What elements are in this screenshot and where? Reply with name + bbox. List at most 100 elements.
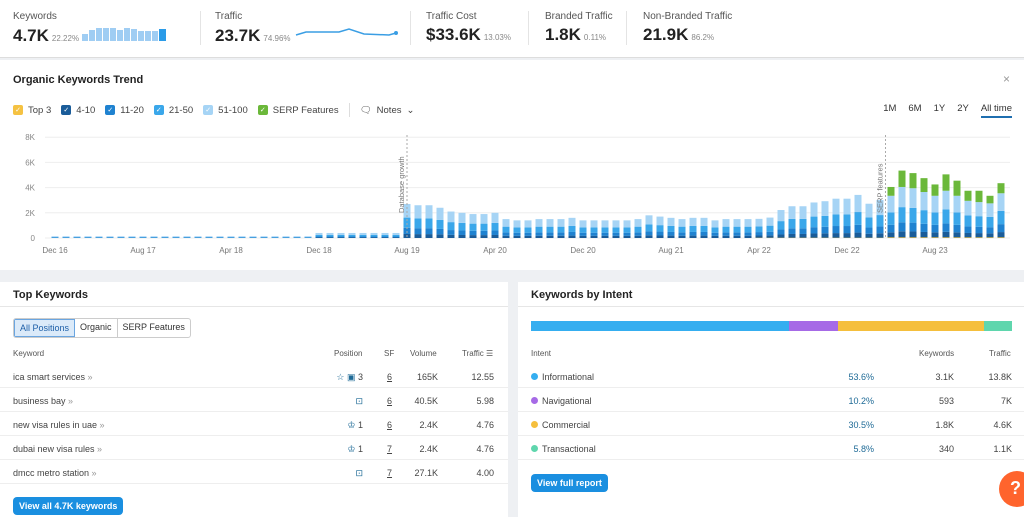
bar-segment-11-20[interactable] bbox=[788, 228, 796, 234]
bar-segment-51-100[interactable] bbox=[623, 220, 631, 228]
bar-segment-51-100[interactable] bbox=[359, 232, 367, 235]
table-row[interactable]: dmcc metro station » ⊡ 7 27.1K 4.00 bbox=[0, 460, 508, 484]
bar-segment-4-10[interactable] bbox=[579, 235, 587, 238]
bar-segment-51-100[interactable] bbox=[117, 236, 125, 238]
bar-segment-11-20[interactable] bbox=[568, 231, 576, 236]
bar-segment-51-100[interactable] bbox=[106, 236, 114, 238]
bar-segment-11-20[interactable] bbox=[491, 230, 499, 235]
intent-segment-informational[interactable] bbox=[531, 321, 789, 331]
close-icon[interactable]: × bbox=[1003, 72, 1010, 86]
bar-segment-21-50[interactable] bbox=[447, 222, 455, 231]
bar-segment-21-50[interactable] bbox=[315, 234, 323, 237]
keyword-link[interactable]: ica smart services » bbox=[13, 372, 93, 382]
bar-segment-4-10[interactable] bbox=[975, 233, 983, 238]
bar-segment-11-20[interactable] bbox=[447, 230, 455, 235]
bar-segment-51-100[interactable] bbox=[381, 232, 389, 235]
intent-segment-commercial[interactable] bbox=[837, 321, 985, 331]
bar-segment-51-100[interactable] bbox=[436, 207, 444, 220]
bar-segment-51-100[interactable] bbox=[667, 217, 675, 226]
bar-segment-21-50[interactable] bbox=[887, 212, 895, 225]
bar-segment-21-50[interactable] bbox=[568, 225, 576, 232]
bar-segment-21-50[interactable] bbox=[920, 210, 928, 224]
bar-segment-51-100[interactable] bbox=[546, 219, 554, 227]
bar-segment-11-20[interactable] bbox=[513, 232, 521, 236]
bar-segment-4-10[interactable] bbox=[821, 233, 829, 238]
bar-segment-4-10[interactable] bbox=[898, 231, 906, 238]
bar-segment-4-10[interactable] bbox=[645, 235, 653, 238]
bar-segment-11-20[interactable] bbox=[865, 227, 873, 234]
bar-segment-21-50[interactable] bbox=[381, 234, 389, 237]
bar-segment-11-20[interactable] bbox=[700, 231, 708, 236]
bar-segment-11-20[interactable] bbox=[392, 236, 400, 238]
legend-item[interactable]: ✓ 51-100 bbox=[203, 105, 248, 116]
intent-row[interactable]: Transactional 5.8% 340 1.1K bbox=[518, 436, 1024, 460]
bar-segment-51-100[interactable] bbox=[865, 203, 873, 218]
bar-segment-11-20[interactable] bbox=[370, 236, 378, 238]
bar-segment-4-10[interactable] bbox=[931, 232, 939, 238]
sf-count[interactable]: 6 bbox=[387, 396, 392, 406]
bar-segment-21-50[interactable] bbox=[491, 222, 499, 231]
bar-segment-21-50[interactable] bbox=[953, 212, 961, 225]
checkbox-icon[interactable]: ✓ bbox=[153, 105, 164, 115]
bar-segment-51-100[interactable] bbox=[348, 232, 356, 235]
bar-segment-21-50[interactable] bbox=[700, 225, 708, 232]
bar-segment-11-20[interactable] bbox=[986, 227, 994, 234]
bar-segment-51-100[interactable] bbox=[854, 194, 862, 213]
bar-segment-4-10[interactable] bbox=[568, 235, 576, 238]
checkbox-icon[interactable]: ✓ bbox=[61, 105, 72, 115]
bar-segment-51-100[interactable] bbox=[513, 220, 521, 228]
bar-segment-51-100[interactable] bbox=[997, 193, 1005, 211]
bar-segment-21-50[interactable] bbox=[656, 225, 664, 232]
bar-segment-51-100[interactable] bbox=[733, 219, 741, 227]
bar-segment-11-20[interactable] bbox=[348, 236, 356, 238]
bar-segment-51-100[interactable] bbox=[62, 236, 70, 238]
bar-segment-21-50[interactable] bbox=[777, 221, 785, 230]
bar-segment-4-10[interactable] bbox=[986, 233, 994, 238]
bar-segment-4-10[interactable] bbox=[799, 233, 807, 238]
bar-segment-51-100[interactable] bbox=[84, 236, 92, 238]
bar-segment-21-50[interactable] bbox=[502, 226, 510, 233]
bar-segment-51-100[interactable] bbox=[370, 232, 378, 235]
intent-row[interactable]: Informational 53.6% 3.1K 13.8K bbox=[518, 364, 1024, 388]
bar-segment-21-50[interactable] bbox=[678, 226, 686, 233]
bar-segment-51-100[interactable] bbox=[678, 219, 686, 227]
bar-segment-11-20[interactable] bbox=[887, 224, 895, 233]
bar-segment-21-50[interactable] bbox=[854, 212, 862, 225]
bar-segment-serp-features[interactable] bbox=[909, 173, 917, 189]
bar-segment-11-20[interactable] bbox=[733, 232, 741, 236]
bar-segment-11-20[interactable] bbox=[425, 228, 433, 235]
bar-segment-21-50[interactable] bbox=[755, 226, 763, 233]
bar-segment-serp-features[interactable] bbox=[931, 184, 939, 196]
bar-segment-51-100[interactable] bbox=[392, 232, 400, 235]
bar-segment-51-100[interactable] bbox=[535, 219, 543, 227]
bar-segment-11-20[interactable] bbox=[876, 226, 884, 234]
bar-segment-51-100[interactable] bbox=[590, 220, 598, 228]
bar-segment-21-50[interactable] bbox=[832, 214, 840, 227]
bar-segment-21-50[interactable] bbox=[326, 234, 334, 237]
bar-segment-51-100[interactable] bbox=[953, 195, 961, 213]
bar-segment-21-50[interactable] bbox=[348, 234, 356, 237]
bar-segment-11-20[interactable] bbox=[678, 232, 686, 236]
bar-segment-4-10[interactable] bbox=[469, 235, 477, 238]
bar-segment-51-100[interactable] bbox=[480, 214, 488, 224]
bar-segment-4-10[interactable] bbox=[524, 235, 532, 238]
bar-segment-51-100[interactable] bbox=[95, 236, 103, 238]
bar-segment-4-10[interactable] bbox=[667, 235, 675, 238]
bar-segment-11-20[interactable] bbox=[557, 232, 565, 236]
legend-item[interactable]: ✓ SERP Features bbox=[257, 105, 339, 116]
bar-segment-11-20[interactable] bbox=[337, 236, 345, 238]
bar-segment-51-100[interactable] bbox=[216, 236, 224, 238]
bar-segment-21-50[interactable] bbox=[436, 219, 444, 229]
bar-segment-11-20[interactable] bbox=[326, 236, 334, 238]
bar-segment-4-10[interactable] bbox=[788, 233, 796, 238]
bar-segment-21-50[interactable] bbox=[337, 234, 345, 237]
bar-segment-21-50[interactable] bbox=[931, 212, 939, 225]
bar-segment-serp-features[interactable] bbox=[887, 186, 895, 196]
intent-row[interactable]: Commercial 30.5% 1.8K 4.6K bbox=[518, 412, 1024, 436]
bar-segment-51-100[interactable] bbox=[260, 236, 268, 238]
bar-segment-serp-features[interactable] bbox=[920, 178, 928, 193]
bar-segment-11-20[interactable] bbox=[810, 227, 818, 234]
bar-segment-51-100[interactable] bbox=[788, 206, 796, 219]
bar-segment-11-20[interactable] bbox=[480, 230, 488, 236]
bar-segment-4-10[interactable] bbox=[535, 235, 543, 238]
